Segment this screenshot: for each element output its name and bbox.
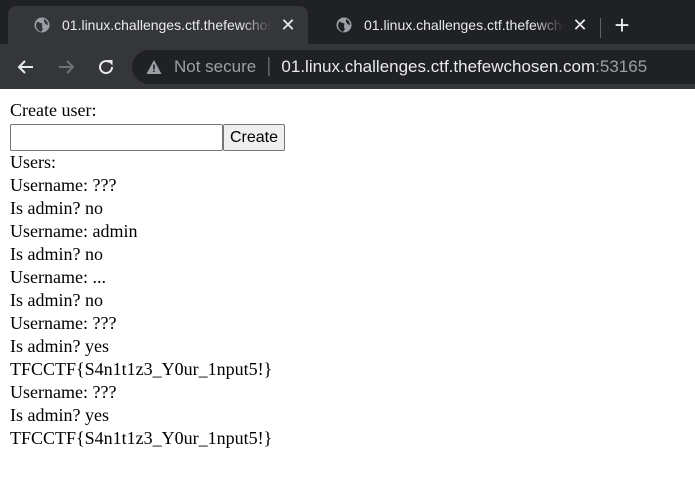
admin-status-line: Is admin? yes [10, 405, 109, 425]
new-tab-button[interactable]: + [608, 11, 636, 39]
arrow-left-icon [17, 59, 33, 74]
list-item: Username: ??? Is admin? no [10, 174, 685, 220]
url-port: :53165 [595, 56, 648, 76]
browser-toolbar: Not secure | 01.linux.challenges.ctf.the… [0, 44, 695, 89]
list-item: Username: ... Is admin? no [10, 266, 685, 312]
create-button[interactable]: Create [223, 123, 286, 151]
tab-inactive[interactable]: 01.linux.challenges.ctf.thefewchosen.com… [310, 6, 601, 44]
username-input[interactable] [10, 123, 223, 151]
page-content: Create user: Create Users: Username: ???… [0, 89, 695, 450]
username-line: Username: ??? [10, 175, 117, 195]
reload-icon [99, 59, 114, 74]
tab-separator [600, 18, 601, 38]
admin-status-line: Is admin? no [10, 290, 103, 310]
tab-active[interactable]: 01.linux.challenges.ctf.thefewchosen.com… [8, 6, 308, 44]
tab-title: 01.linux.challenges.ctf.thefewchosen.com… [364, 17, 564, 33]
username-line: Username: ... [10, 267, 106, 287]
create-user-label: Create user: [10, 100, 97, 120]
address-separator: | [266, 55, 272, 77]
url-host: 01.linux.challenges.ctf.thefewchosen.com [281, 56, 596, 76]
username-line: Username: ??? [10, 313, 117, 333]
username-line: Username: ??? [10, 382, 117, 402]
admin-status-line: Is admin? no [10, 244, 103, 264]
admin-status-line: Is admin? no [10, 198, 103, 218]
flag-line: TFCCTF{S4n1t1z3_Y0ur_1nput5!} [10, 428, 273, 448]
back-button[interactable] [8, 49, 44, 85]
create-user-form: Create [10, 123, 685, 151]
username-line: Username: admin [10, 221, 138, 241]
forward-button[interactable] [48, 49, 84, 85]
close-icon[interactable]: ✕ [278, 15, 298, 35]
tab-title: 01.linux.challenges.ctf.thefewchosen.com… [62, 17, 272, 33]
arrow-right-icon [59, 59, 75, 74]
users-heading: Users: [10, 152, 56, 172]
security-label[interactable]: Not secure [174, 57, 256, 77]
globe-icon [336, 17, 352, 33]
list-item: Username: ??? Is admin? yes TFCCTF{S4n1t… [10, 381, 685, 450]
admin-status-line: Is admin? yes [10, 336, 109, 356]
flag-line: TFCCTF{S4n1t1z3_Y0ur_1nput5!} [10, 359, 273, 379]
tab-strip: 01.linux.challenges.ctf.thefewchosen.com… [0, 0, 695, 44]
list-item: Username: ??? Is admin? yes TFCCTF{S4n1t… [10, 312, 685, 381]
user-list: Username: ??? Is admin? no Username: adm… [10, 174, 685, 450]
list-item: Username: admin Is admin? no [10, 220, 685, 266]
reload-button[interactable] [88, 49, 124, 85]
close-icon[interactable]: ✕ [570, 15, 590, 35]
address-bar[interactable]: Not secure | 01.linux.challenges.ctf.the… [132, 49, 695, 84]
warning-icon[interactable] [146, 59, 162, 75]
globe-icon [34, 17, 50, 33]
